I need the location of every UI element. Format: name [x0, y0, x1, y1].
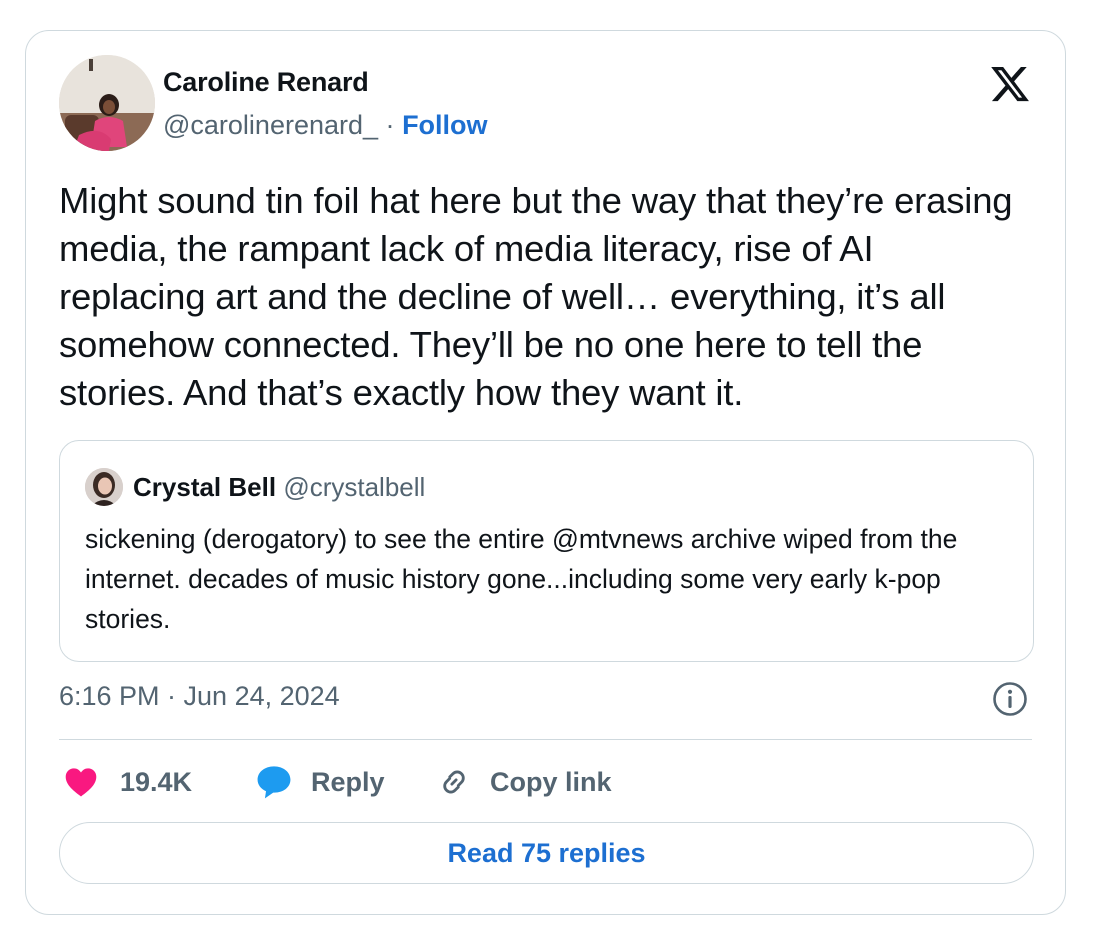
- author-avatar[interactable]: [59, 55, 155, 151]
- read-replies-button[interactable]: Read 75 replies: [59, 822, 1034, 884]
- actions-divider: [59, 739, 1032, 740]
- quoted-display-name: Crystal Bell: [133, 472, 277, 502]
- reply-label: Reply: [311, 766, 385, 797]
- link-icon: [443, 770, 465, 794]
- copy-link-label: Copy link: [490, 766, 612, 797]
- quoted-author-avatar: [85, 468, 123, 506]
- author-handle[interactable]: @carolinerenard_: [163, 110, 378, 140]
- copy-link-button[interactable]: Copy link: [436, 764, 612, 800]
- tweet-timestamp[interactable]: 6:16 PM · Jun 24, 2024: [59, 681, 340, 712]
- handle-separator: ·: [385, 110, 395, 140]
- info-icon[interactable]: [992, 681, 1028, 717]
- reply-button[interactable]: Reply: [255, 764, 385, 800]
- like-button[interactable]: 19.4K: [64, 764, 192, 800]
- x-logo-icon[interactable]: [989, 63, 1031, 105]
- quoted-header: Crystal Bell @crystalbell: [133, 472, 425, 503]
- like-count: 19.4K: [120, 766, 193, 797]
- tweet-text: Might sound tin foil hat here but the wa…: [59, 180, 1013, 413]
- quoted-handle: @crystalbell: [283, 472, 426, 502]
- author-handle-row: @carolinerenard_ · Follow: [163, 110, 488, 141]
- heart-icon: [65, 768, 97, 797]
- quoted-tweet[interactable]: Crystal Bell @crystalbell sickening (der…: [59, 440, 1034, 662]
- quoted-avatar-image: [85, 468, 123, 506]
- tweet-embed-card: Caroline Renard @carolinerenard_ · Follo…: [25, 30, 1066, 915]
- follow-link[interactable]: Follow: [402, 110, 487, 140]
- speech-bubble-icon: [257, 766, 291, 799]
- author-display-name[interactable]: Caroline Renard: [163, 67, 369, 98]
- author-avatar-image: [59, 55, 155, 151]
- quoted-text: sickening (derogatory) to see the entire…: [85, 524, 958, 634]
